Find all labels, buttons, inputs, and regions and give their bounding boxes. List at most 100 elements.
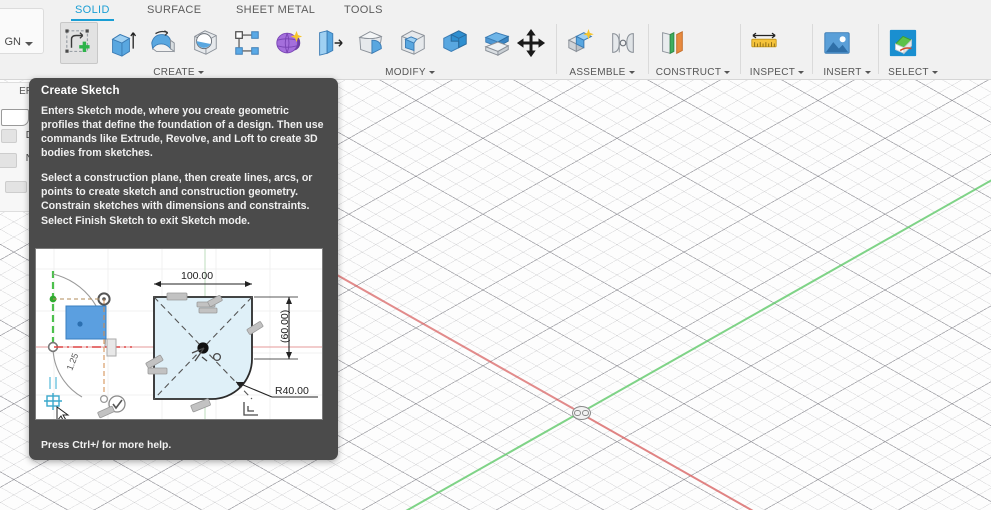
ribbon-panel-insert: INSERT (818, 20, 876, 80)
ribbon-panel-move (512, 20, 556, 80)
panel-label-text: CREATE (153, 67, 195, 78)
panel-label-text: INSPECT (749, 67, 796, 78)
workspace-selector[interactable]: GN (0, 8, 44, 54)
panel-separator-2 (740, 24, 741, 74)
chevron-down-icon (428, 70, 435, 74)
hole-button[interactable] (186, 22, 224, 64)
ribbon-panel-assemble: ASSEMBLE (562, 20, 642, 80)
create-form-icon (274, 28, 304, 58)
move-copy-button[interactable] (512, 22, 550, 64)
tooltip-preview-image: 1.25 100.00 (60.00) R40.00 (35, 248, 323, 420)
browser-node-icon-3[interactable] (5, 181, 27, 193)
document-node-icon[interactable] (1, 109, 29, 126)
tooltip-paragraph: Enters Sketch mode, where you create geo… (41, 105, 324, 160)
panel-label-inspect[interactable]: INSPECT (745, 67, 809, 78)
insert-canvas-button[interactable] (818, 22, 856, 64)
ribbon-panel-construct: CONSTRUCT (653, 20, 733, 80)
panel-separator-3 (812, 24, 813, 74)
combine-icon (440, 28, 470, 58)
panel-separator-0 (556, 24, 557, 74)
panel-icon-row (562, 21, 642, 65)
offset-plane-button[interactable] (653, 22, 691, 64)
origin-point-icon[interactable] (572, 406, 591, 420)
ribbon-toolbar: SOLID SURFACE SHEET METAL TOOLS GN CREATE MO… (0, 0, 991, 80)
panel-label-select[interactable]: SELECT (884, 67, 942, 78)
panel-label-text: CONSTRUCT (655, 67, 722, 78)
select-button[interactable] (884, 22, 922, 64)
ribbon-panel-select: SELECT (884, 20, 942, 80)
extrude-button[interactable] (102, 22, 140, 64)
press-pull-button[interactable] (310, 22, 348, 64)
chevron-down-icon (197, 70, 204, 74)
ribbon-panel-inspect: INSPECT (745, 20, 809, 80)
panel-label-text: ASSEMBLE (569, 67, 626, 78)
revolve-button[interactable] (144, 22, 182, 64)
measure-button[interactable] (745, 22, 783, 64)
panel-icon-row (884, 21, 922, 65)
chevron-down-icon (724, 70, 731, 74)
ribbon-panel-create: CREATE (60, 20, 303, 80)
hole-icon (190, 28, 220, 58)
tooltip-footer: Press Ctrl+/ for more help. (41, 440, 172, 451)
ribbon-tab-sheet-metal[interactable]: SHEET METAL (232, 2, 319, 19)
insert-canvas-icon (822, 28, 852, 58)
panel-label-text: INSERT (823, 67, 862, 78)
ribbon-tab-solid[interactable]: SOLID (71, 2, 114, 21)
panel-separator-4 (878, 24, 879, 74)
panel-label-text: SELECT (888, 67, 929, 78)
ribbon-panel-modify: MODIFY (310, 20, 510, 80)
new-component-button[interactable] (562, 22, 600, 64)
split-face-button[interactable] (478, 22, 516, 64)
chevron-down-icon (628, 70, 635, 74)
panel-label-create[interactable]: CREATE (60, 67, 297, 78)
create-sketch-button[interactable] (60, 22, 98, 64)
fillet-icon (356, 28, 386, 58)
tooltip-title: Create Sketch (41, 85, 120, 97)
revolve-icon (148, 28, 178, 58)
extrude-icon (106, 28, 136, 58)
offset-plane-icon (657, 28, 687, 58)
browser-node-icon-2[interactable] (0, 153, 17, 168)
panel-label-construct[interactable]: CONSTRUCT (653, 67, 733, 78)
joint-icon (608, 28, 638, 58)
split-face-icon (482, 28, 512, 58)
fillet-button[interactable] (352, 22, 390, 64)
browser-node-icon-1[interactable] (1, 129, 17, 143)
chevron-down-icon (25, 42, 33, 46)
measure-icon (749, 28, 779, 58)
ribbon-tab-tools[interactable]: TOOLS (340, 2, 387, 19)
new-component-icon (566, 28, 596, 58)
panel-label-text: MODIFY (385, 67, 426, 78)
panel-icon-row (653, 21, 691, 65)
panel-icon-row (310, 21, 516, 65)
panel-label-insert[interactable]: INSERT (818, 67, 876, 78)
shell-button[interactable] (394, 22, 432, 64)
sketch-preview-svg: 1.25 100.00 (60.00) R40.00 (36, 249, 322, 419)
ribbon-tab-strip: SOLID SURFACE SHEET METAL TOOLS (0, 0, 991, 21)
tooltip-description: Enters Sketch mode, where you create geo… (41, 104, 326, 239)
rectangular-pattern-button[interactable] (228, 22, 266, 64)
shell-icon (398, 28, 428, 58)
panel-icon-row (60, 21, 308, 65)
move-copy-icon (516, 28, 546, 58)
combine-button[interactable] (436, 22, 474, 64)
joint-button[interactable] (604, 22, 642, 64)
select-icon (888, 28, 918, 58)
tooltip-paragraph: Select a construction plane, then create… (41, 172, 313, 227)
create-sketch-icon (64, 28, 94, 58)
panel-icon-row (512, 21, 550, 65)
chevron-down-icon (864, 70, 871, 74)
command-tooltip: Create Sketch Enters Sketch mode, where … (29, 78, 338, 460)
ribbon-tab-surface[interactable]: SURFACE (143, 2, 205, 19)
preview-dim-height: (60.00) (279, 310, 291, 343)
panel-label-modify[interactable]: MODIFY (310, 67, 510, 78)
fusion360-window: SOLID SURFACE SHEET METAL TOOLS GN CREATE MO… (0, 0, 991, 510)
panel-icon-row (818, 21, 856, 65)
create-form-button[interactable] (270, 22, 308, 64)
workspace-selector-label: GN (4, 36, 22, 48)
preview-dim-width: 100.00 (181, 270, 213, 282)
panel-label-assemble[interactable]: ASSEMBLE (562, 67, 642, 78)
panel-separator-1 (648, 24, 649, 74)
rectangular-pattern-icon (232, 28, 262, 58)
chevron-down-icon (931, 70, 938, 74)
